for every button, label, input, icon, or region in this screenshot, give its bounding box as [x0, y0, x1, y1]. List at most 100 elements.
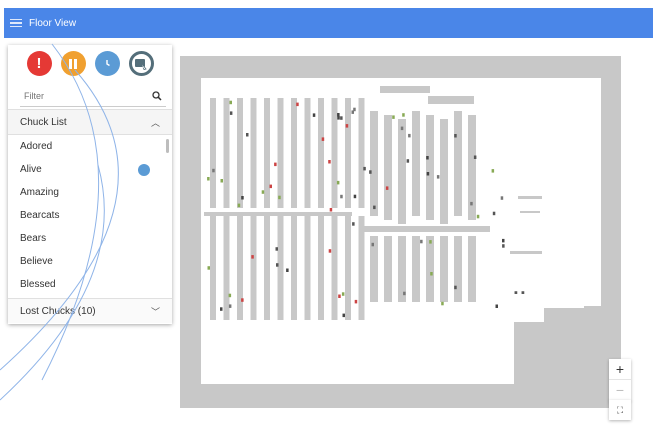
zoom-out-button[interactable]: − — [609, 380, 631, 401]
chuck-marker — [402, 113, 405, 117]
search-box[interactable] — [20, 85, 166, 107]
aisle — [223, 216, 230, 320]
chuck-marker — [275, 247, 278, 251]
aisle — [331, 98, 338, 208]
lost-chucks-header[interactable]: Lost Chucks (10) ﹀ — [8, 298, 172, 323]
aisle — [264, 216, 270, 320]
aisle — [518, 196, 542, 199]
filter-input[interactable] — [24, 90, 134, 101]
aisle — [345, 216, 351, 320]
aisle — [210, 98, 216, 208]
chuck-marker — [246, 133, 249, 137]
aisle — [468, 236, 476, 302]
aisle — [291, 216, 297, 320]
top-app-bar: Floor View — [4, 8, 653, 38]
aisle — [426, 115, 434, 220]
clock-icon — [106, 59, 110, 66]
chuck-marker — [286, 268, 289, 272]
aisle — [237, 216, 243, 320]
chuck-marker — [352, 222, 355, 226]
pause-icon — [69, 58, 77, 69]
list-item[interactable]: Alive — [8, 158, 172, 181]
chuck-marker — [220, 307, 223, 311]
list-item-label: Believe — [20, 256, 53, 267]
chuck-marker — [328, 249, 332, 253]
chuck-list-header[interactable]: Chuck List ︿ — [8, 109, 172, 135]
chuck-marker — [321, 137, 325, 141]
aisle — [223, 98, 230, 208]
aisle — [318, 216, 324, 320]
aisle — [380, 86, 430, 93]
zoom-in-button[interactable]: + — [609, 359, 631, 380]
list-item-label: Alive — [20, 164, 42, 175]
chuck-marker — [296, 102, 299, 107]
chuck-marker — [229, 100, 232, 105]
chuck-list: Adored Alive Amazing Bearcats Bears Beli… — [8, 135, 172, 298]
list-item[interactable]: Believe — [8, 250, 172, 273]
list-item[interactable]: Amazing — [8, 181, 172, 204]
chuck-marker — [351, 110, 354, 114]
chuck-marker — [220, 179, 223, 183]
chuck-marker — [342, 313, 345, 318]
chuck-marker — [470, 201, 473, 206]
chevron-up-icon[interactable]: ︿ — [151, 116, 160, 129]
aisle — [520, 211, 540, 213]
chuck-marker — [340, 194, 343, 199]
aisle — [331, 216, 338, 320]
chevron-down-icon[interactable]: ﹀ — [151, 305, 160, 318]
chuck-marker — [454, 285, 457, 290]
chuck-marker — [430, 272, 433, 276]
aisle — [237, 98, 243, 208]
fit-to-screen-button[interactable]: ⛶ — [609, 400, 631, 420]
chuck-marker — [228, 293, 232, 298]
time-filter-button[interactable] — [94, 51, 120, 76]
chuck-marker — [337, 113, 340, 117]
chuck-marker — [237, 203, 241, 208]
chuck-marker — [353, 194, 357, 199]
list-scrollbar[interactable] — [166, 139, 169, 153]
chuck-marker — [340, 116, 343, 120]
clock-icon — [138, 164, 150, 176]
chuck-marker — [476, 214, 480, 219]
aisle — [412, 111, 420, 216]
chuck-marker — [436, 175, 440, 179]
aisle — [454, 111, 462, 216]
list-item[interactable]: Adored — [8, 135, 172, 158]
chuck-marker — [337, 116, 340, 120]
aisle — [454, 236, 462, 302]
chuck-marker — [328, 160, 331, 164]
list-item-label: Adored — [20, 141, 53, 152]
menu-icon[interactable] — [10, 18, 22, 28]
chuck-marker — [403, 291, 406, 296]
aisle — [304, 216, 311, 320]
chuck-marker — [212, 168, 215, 173]
chuck-marker — [336, 180, 340, 185]
list-item-label: Amazing — [20, 187, 59, 198]
chuck-marker — [406, 159, 410, 163]
list-item[interactable]: Blessed — [8, 273, 172, 296]
chuck-marker — [502, 244, 505, 248]
aisle — [398, 119, 406, 224]
list-item[interactable]: Bearcats — [8, 204, 172, 227]
aisle — [318, 98, 324, 208]
aisle — [384, 115, 392, 220]
chuck-marker — [229, 111, 233, 115]
aisle — [277, 98, 284, 208]
chuck-marker — [276, 263, 279, 267]
exclamation-icon: ! — [36, 55, 42, 72]
list-item[interactable]: Bears — [8, 227, 172, 250]
device-filter-button[interactable] — [128, 51, 154, 76]
floor-map[interactable]: ▪ ▪ — [180, 56, 621, 408]
alert-filter-button[interactable]: ! — [26, 51, 52, 76]
paused-filter-button[interactable] — [60, 51, 86, 76]
aisle — [304, 98, 311, 208]
chuck-marker — [278, 195, 281, 200]
app-title: Floor View — [29, 17, 77, 29]
chuck-marker — [207, 177, 210, 181]
aisle — [277, 216, 284, 320]
search-icon[interactable] — [152, 90, 162, 101]
list-item-label: Blessed — [20, 279, 56, 290]
aisle — [426, 236, 434, 302]
chuck-marker — [241, 298, 244, 302]
aisle — [384, 236, 392, 302]
